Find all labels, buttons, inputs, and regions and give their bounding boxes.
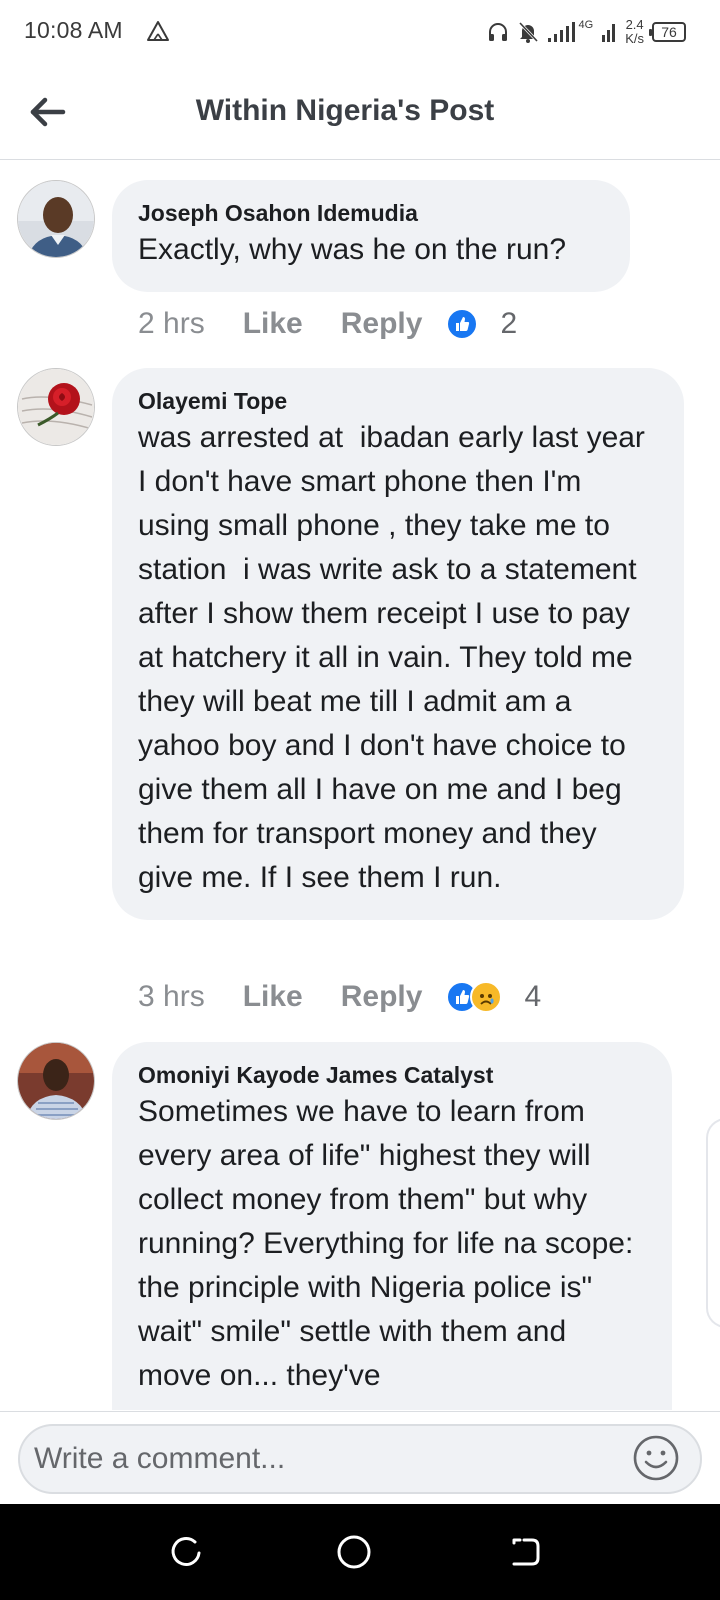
like-reaction-icon [446, 308, 479, 340]
speed-unit: K/s [625, 31, 644, 46]
comment-author[interactable]: Joseph Osahon Idemudia [138, 198, 604, 228]
reactions-summary[interactable]: 4 [446, 980, 541, 1014]
comment-text: was arrested at ibadan early last year I… [138, 421, 654, 894]
side-scroll-handle[interactable] [706, 1118, 720, 1328]
comment-actions: 3 hrs Like Reply 4 [138, 975, 541, 1019]
back-nav-icon[interactable] [506, 1534, 542, 1570]
speed-value: 2.4 [625, 17, 644, 32]
network-type: 4G [578, 19, 594, 31]
comment-text: Exactly, why was he on the run? [138, 233, 566, 266]
bell-muted-icon [518, 21, 538, 43]
comment-actions: 2 hrs Like Reply 2 [138, 302, 517, 346]
emoji-icon[interactable] [632, 1434, 680, 1482]
comment-bubble[interactable]: Omoniyi Kayode James Catalyst Sometimes … [112, 1042, 672, 1410]
reaction-count: 2 [500, 307, 518, 340]
signal-icon [547, 22, 575, 42]
app-header: Within Nigeria's Post [0, 64, 720, 160]
status-icons: 4G 2.4 K/s 76 [487, 16, 686, 48]
reply-button[interactable]: Reply [341, 307, 423, 341]
reactions-summary[interactable]: 2 [446, 307, 517, 341]
reply-button[interactable]: Reply [341, 980, 423, 1014]
status-time: 10:08 AM [24, 17, 123, 43]
avatar-photo [18, 181, 94, 257]
comment-author[interactable]: Olayemi Tope [138, 386, 658, 416]
sad-reaction-icon [470, 981, 503, 1013]
avatar[interactable] [17, 1042, 95, 1120]
comment-input[interactable] [18, 1424, 702, 1494]
comment-bubble[interactable]: Joseph Osahon Idemudia Exactly, why was … [112, 180, 630, 292]
comment-text: Sometimes we have to learn from every ar… [138, 1095, 642, 1392]
network-speed: 2.4 K/s [625, 18, 644, 46]
like-button[interactable]: Like [243, 307, 303, 341]
avatar[interactable] [17, 368, 95, 446]
home-icon[interactable] [336, 1534, 372, 1570]
comment-list[interactable]: Joseph Osahon Idemudia Exactly, why was … [0, 160, 720, 1410]
signal-icon-2 [602, 24, 616, 42]
system-navigation-bar [0, 1504, 720, 1600]
page-title: Within Nigeria's Post [195, 94, 495, 127]
battery-indicator: 76 [649, 22, 686, 42]
comment-composer [0, 1411, 720, 1504]
comment-time[interactable]: 2 hrs [138, 307, 205, 341]
alert-triangle-icon [147, 21, 169, 41]
avatar-photo [18, 369, 94, 445]
comment-time[interactable]: 3 hrs [138, 980, 205, 1014]
comment-bubble[interactable]: Olayemi Tope was arrested at ibadan earl… [112, 368, 684, 920]
reaction-count: 4 [524, 980, 542, 1013]
comment-author[interactable]: Omoniyi Kayode James Catalyst [138, 1060, 646, 1090]
like-button[interactable]: Like [243, 980, 303, 1014]
headphones-icon [488, 23, 507, 41]
avatar-photo [18, 1043, 94, 1119]
avatar[interactable] [17, 180, 95, 258]
status-bar: 10:08 AM 4G 2.4 K/s 76 [0, 0, 720, 64]
recents-icon[interactable] [168, 1534, 204, 1570]
